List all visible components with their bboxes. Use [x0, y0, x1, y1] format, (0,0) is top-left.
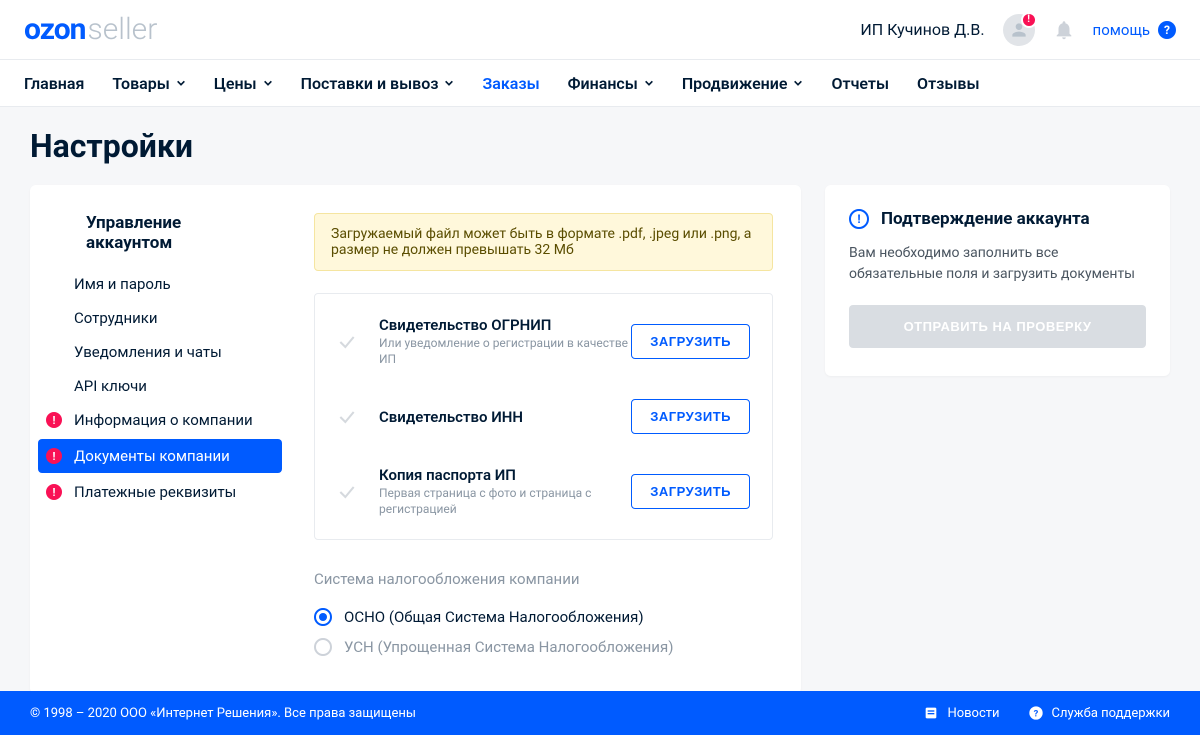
- main-card: Управление аккаунтом Имя и пароль Сотрудн…: [30, 185, 801, 694]
- sidebar-title: Управление аккаунтом: [30, 213, 290, 267]
- nav-item-4[interactable]: Заказы: [482, 62, 539, 105]
- tax-option-1[interactable]: УСН (Упрощенная Система Налогообложения): [314, 632, 773, 662]
- nav-item-label: Главная: [24, 74, 84, 93]
- alert-icon: !: [46, 484, 62, 500]
- sidebar-item-label: Имя и пароль: [74, 275, 171, 293]
- sidebar-item-label: Уведомления и чаты: [74, 343, 222, 361]
- info-icon: !: [849, 209, 869, 229]
- upload-button[interactable]: ЗАГРУЗИТЬ: [631, 399, 750, 434]
- upload-notice: Загружаемый файл может быть в формате .p…: [314, 213, 773, 271]
- nav-item-label: Финансы: [568, 74, 638, 93]
- check-icon: [337, 332, 357, 352]
- document-title: Свидетельство ИНН: [379, 408, 631, 426]
- username[interactable]: ИП Кучинов Д.В.: [860, 20, 984, 39]
- sidebar-item-2[interactable]: Уведомления и чаты: [30, 335, 290, 369]
- chevron-down-icon: [444, 78, 454, 88]
- nav-item-label: Отчеты: [831, 74, 889, 93]
- check-icon: [337, 407, 357, 427]
- radio-icon: [314, 638, 332, 656]
- verification-title: Подтверждение аккаунта: [881, 209, 1090, 229]
- nav-item-label: Заказы: [482, 74, 539, 93]
- submit-verification-button[interactable]: ОТПРАВИТЬ НА ПРОВЕРКУ: [849, 305, 1146, 348]
- main-nav: Главная Товары Цены Поставки и вывоз Заказы Ф…: [0, 59, 1200, 107]
- nav-item-label: Товары: [112, 74, 169, 93]
- documents-box: Свидетельство ОГРНИП Или уведомление о ре…: [314, 293, 773, 540]
- svg-text:?: ?: [1033, 708, 1038, 719]
- settings-sidebar: Управление аккаунтом Имя и пароль Сотрудн…: [30, 213, 290, 662]
- verification-header: ! Подтверждение аккаунта: [849, 209, 1146, 229]
- sidebar-item-1[interactable]: Сотрудники: [30, 301, 290, 335]
- page: Настройки Управление аккаунтом Имя и пар…: [0, 107, 1200, 714]
- logo[interactable]: ozon seller: [24, 12, 157, 47]
- verification-text: Вам необходимо заполнить все обязательны…: [849, 243, 1146, 285]
- nav-item-label: Цены: [214, 74, 257, 93]
- document-row-2: Копия паспорта ИП Первая страница с фото …: [315, 450, 772, 533]
- document-subtitle: Или уведомление о регистрации в качестве…: [379, 336, 631, 367]
- radio-icon: [314, 608, 332, 626]
- logo-main: ozon: [24, 12, 85, 47]
- sidebar-item-label: Платежные реквизиты: [74, 483, 236, 501]
- nav-item-7[interactable]: Отчеты: [831, 62, 889, 105]
- upload-button[interactable]: ЗАГРУЗИТЬ: [631, 474, 750, 509]
- logo-sub: seller: [87, 12, 157, 47]
- bell-icon[interactable]: [1053, 19, 1075, 41]
- header-right: ИП Кучинов Д.В. ! помощь ?: [860, 14, 1176, 46]
- chevron-down-icon: [263, 78, 273, 88]
- tax-option-0[interactable]: ОСНО (Общая Система Налогообложения): [314, 602, 773, 632]
- nav-item-label: Продвижение: [682, 74, 788, 93]
- document-row-0: Свидетельство ОГРНИП Или уведомление о ре…: [315, 300, 772, 383]
- nav-item-6[interactable]: Продвижение: [682, 62, 804, 105]
- sidebar-item-label: API ключи: [74, 377, 147, 395]
- page-title: Настройки: [30, 127, 1170, 165]
- help-icon: ?: [1158, 21, 1176, 39]
- check-icon: [337, 482, 357, 502]
- help-label: помощь: [1093, 21, 1150, 39]
- nav-item-3[interactable]: Поставки и вывоз: [301, 62, 455, 105]
- header: ozon seller ИП Кучинов Д.В. ! помощь ?: [0, 0, 1200, 59]
- sidebar-item-4[interactable]: ! Информация о компании: [30, 403, 290, 437]
- nav-item-0[interactable]: Главная: [24, 62, 84, 105]
- footer-right: Новости ? Служба поддержки: [923, 705, 1170, 721]
- news-icon: [923, 705, 939, 721]
- nav-item-label: Поставки и вывоз: [301, 74, 439, 93]
- nav-item-1[interactable]: Товары: [112, 62, 185, 105]
- document-title: Копия паспорта ИП: [379, 466, 631, 484]
- sidebar-item-label: Информация о компании: [74, 411, 253, 429]
- nav-item-8[interactable]: Отзывы: [917, 62, 979, 105]
- alert-icon: !: [46, 412, 62, 428]
- nav-item-2[interactable]: Цены: [214, 62, 273, 105]
- footer-copyright: © 1998 – 2020 ООО «Интернет Решения». Вс…: [30, 706, 416, 721]
- layout: Управление аккаунтом Имя и пароль Сотрудн…: [30, 185, 1170, 694]
- sidebar-item-6[interactable]: ! Платежные реквизиты: [30, 475, 290, 509]
- footer-news-label: Новости: [947, 706, 999, 721]
- help-link[interactable]: помощь ?: [1093, 21, 1176, 39]
- footer-support-link[interactable]: ? Служба поддержки: [1028, 705, 1170, 721]
- alert-icon: !: [46, 448, 62, 464]
- content: Загружаемый файл может быть в формате .p…: [290, 213, 801, 662]
- document-title: Свидетельство ОГРНИП: [379, 316, 631, 334]
- sidebar-item-3[interactable]: API ключи: [30, 369, 290, 403]
- sidebar-item-0[interactable]: Имя и пароль: [30, 267, 290, 301]
- chevron-down-icon: [793, 78, 803, 88]
- alert-badge-icon: !: [1021, 12, 1037, 28]
- document-row-1: Свидетельство ИННЗАГРУЗИТЬ: [315, 383, 772, 450]
- chevron-down-icon: [176, 78, 186, 88]
- tax-option-label: ОСНО (Общая Система Налогообложения): [344, 608, 644, 626]
- verification-card: ! Подтверждение аккаунта Вам необходимо …: [825, 185, 1170, 376]
- tax-section-label: Система налогообложения компании: [314, 570, 773, 588]
- chevron-down-icon: [644, 78, 654, 88]
- footer-news-link[interactable]: Новости: [923, 705, 999, 721]
- sidebar-item-label: Документы компании: [74, 447, 230, 465]
- footer-support-label: Служба поддержки: [1052, 706, 1170, 721]
- nav-item-label: Отзывы: [917, 74, 979, 93]
- upload-button[interactable]: ЗАГРУЗИТЬ: [631, 324, 750, 359]
- nav-item-5[interactable]: Финансы: [568, 62, 654, 105]
- sidebar-item-5[interactable]: ! Документы компании: [38, 439, 282, 473]
- tax-option-label: УСН (Упрощенная Система Налогообложения): [344, 638, 673, 656]
- document-subtitle: Первая страница с фото и страница с реги…: [379, 486, 631, 517]
- avatar-wrap[interactable]: !: [1003, 14, 1035, 46]
- support-icon: ?: [1028, 705, 1044, 721]
- sidebar-item-label: Сотрудники: [74, 309, 158, 327]
- footer: © 1998 – 2020 ООО «Интернет Решения». Вс…: [0, 691, 1200, 735]
